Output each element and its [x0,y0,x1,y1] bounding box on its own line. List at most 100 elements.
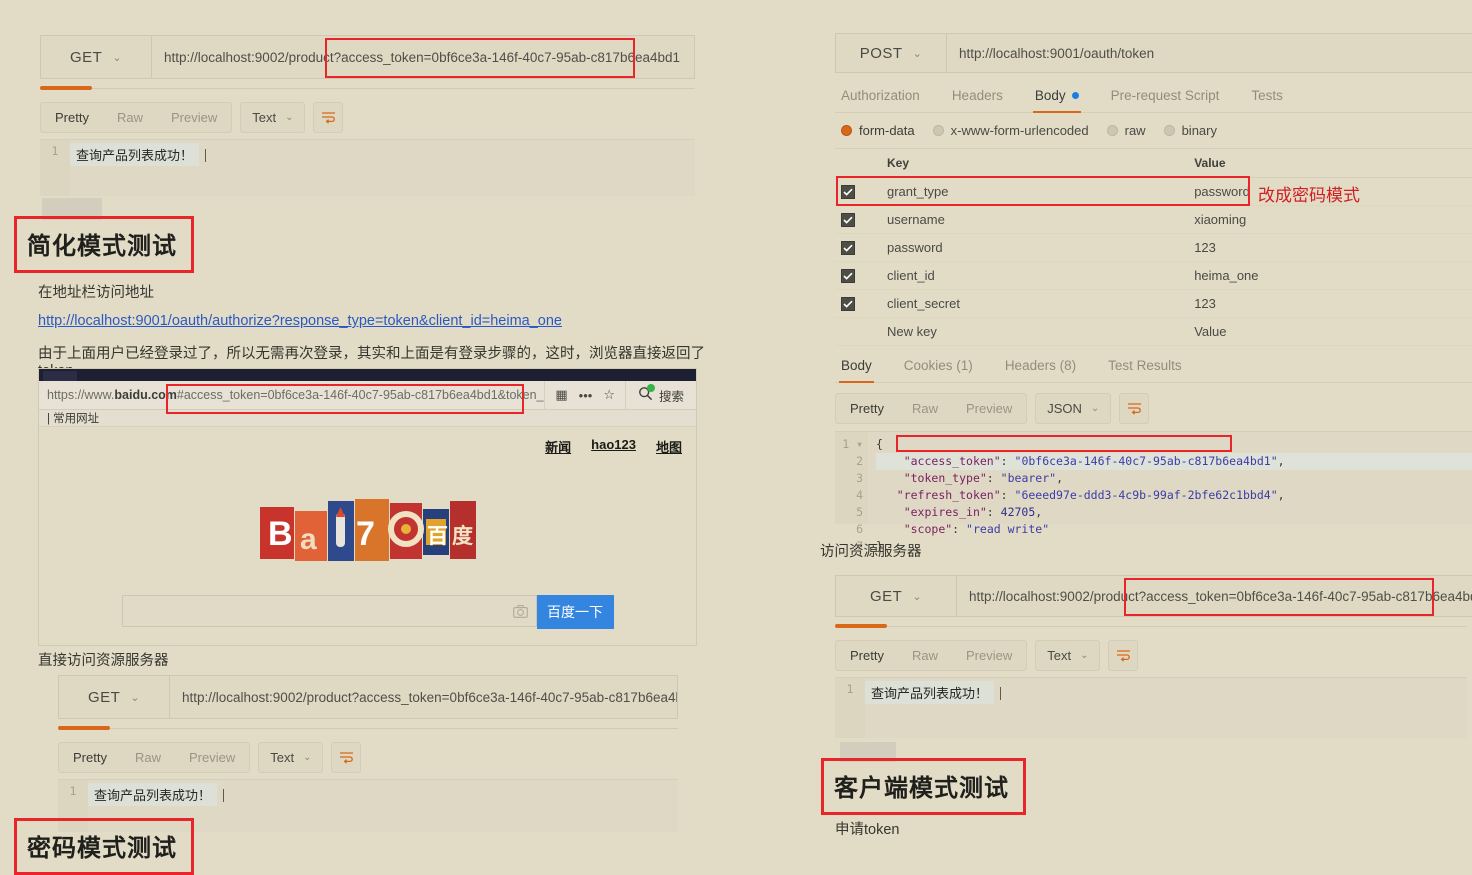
row-checkbox-cell[interactable] [835,205,881,234]
bookmarks-bar[interactable]: | 常用网址 [39,410,696,427]
tab-pretty[interactable]: Pretty [41,103,103,132]
response-view-tabs-bottom-left[interactable]: Pretty Raw Preview [58,742,251,773]
tab-preview[interactable]: Preview [175,743,249,772]
row-checkbox-cell[interactable] [835,177,881,206]
tab-response-headers[interactable]: Headers (8) [1003,350,1078,382]
tab-pretty[interactable]: Pretty [836,394,898,423]
svg-text:百: 百 [427,524,448,548]
request-url-input-post[interactable]: http://localhost:9001/oauth/token [947,34,1472,72]
request-bar-post[interactable]: POST ⌄ http://localhost:9001/oauth/token [835,33,1472,73]
baidu-nav-hao123[interactable]: hao123 [591,437,636,456]
new-value-input[interactable]: Value [1188,317,1472,346]
checkbox-checked-icon[interactable] [841,268,855,283]
radio-icon [841,125,852,136]
row-key[interactable]: username [881,205,1189,234]
request-url-input-bottom-left[interactable]: http://localhost:9002/product?access_tok… [170,676,677,718]
word-wrap-button-top[interactable] [313,102,344,133]
table-row[interactable]: username xiaoming [835,205,1472,234]
row-value[interactable]: xiaoming [1188,205,1472,234]
checkbox-checked-icon[interactable] [841,240,855,255]
row-key[interactable]: password [881,233,1189,262]
radio-x-www-form-urlencoded[interactable]: x-www-form-urlencoded [932,123,1089,138]
baidu-nav-news[interactable]: 新闻 [545,437,571,456]
tab-preview[interactable]: Preview [952,394,1026,423]
tab-raw[interactable]: Raw [898,394,952,423]
word-wrap-button-json[interactable] [1119,393,1150,424]
request-url-input-bottom-right[interactable]: http://localhost:9002/product? access_tok… [957,576,1472,616]
http-method-selector-top[interactable]: GET ⌄ [41,36,152,78]
chevron-down-icon: ⌄ [1090,403,1100,414]
row-checkbox-cell[interactable] [835,261,881,290]
request-bar-bottom-left[interactable]: GET ⌄ http://localhost:9002/product?acce… [58,675,678,719]
json-view-tabs[interactable]: Pretty Raw Preview [835,393,1028,424]
tab-preview[interactable]: Preview [157,103,231,132]
radio-raw[interactable]: raw [1106,123,1146,138]
tab-pretty[interactable]: Pretty [59,743,121,772]
response-format-selector-bottom-left[interactable]: Text ⌄ [258,742,324,773]
table-row[interactable]: password 123 [835,233,1472,262]
browser-tab[interactable] [43,371,77,381]
json-format-selector[interactable]: JSON ⌄ [1035,393,1112,424]
response-view-tabs-top[interactable]: Pretty Raw Preview [40,102,233,133]
tab-pre-request-script[interactable]: Pre-request Script [1109,80,1222,112]
row-value[interactable]: 123 [1188,233,1472,262]
tab-preview[interactable]: Preview [952,641,1026,670]
baidu-nav-map[interactable]: 地图 [656,437,682,456]
more-options-icon[interactable]: ••• [579,388,593,403]
tab-response-body[interactable]: Body [839,350,874,383]
baidu-search-input[interactable] [121,595,537,627]
json-content[interactable]: { "access_token": "0bf6ce3a-146f-40c7-95… [868,432,1472,553]
row-value[interactable]: 123 [1188,289,1472,318]
table-row[interactable]: client_secret 123 [835,289,1472,318]
radio-binary[interactable]: binary [1163,123,1217,138]
tab-raw[interactable]: Raw [103,103,157,132]
baidu-search-button[interactable]: 百度一下 [536,595,614,629]
word-wrap-button-bottom-left[interactable] [331,742,362,773]
tab-cookies[interactable]: Cookies (1) [902,350,975,382]
row-checkbox-cell[interactable] [835,233,881,262]
table-row[interactable]: client_id heima_one [835,261,1472,290]
response-view-tabs-bottom-right[interactable]: Pretty Raw Preview [835,640,1028,671]
tab-authorization[interactable]: Authorization [839,80,922,112]
row-value[interactable]: heima_one [1188,261,1472,290]
http-method-selector-bottom-left[interactable]: GET ⌄ [59,676,170,718]
request-bar-bottom-right[interactable]: GET ⌄ http://localhost:9002/product? acce… [835,575,1472,617]
authorize-url-link[interactable]: http://localhost:9001/oauth/authorize?re… [38,313,562,329]
browser-search-widget[interactable]: 搜索 [624,381,696,409]
new-key-input[interactable]: New key [881,317,1189,346]
table-row[interactable]: grant_type password [835,177,1472,206]
tab-test-results[interactable]: Test Results [1106,350,1184,382]
row-key[interactable]: client_id [881,261,1189,290]
response-text-bottom-left: 查询产品列表成功！ [88,783,218,806]
row-key[interactable]: grant_type [881,177,1189,206]
tab-headers[interactable]: Headers [950,80,1005,112]
checkbox-checked-icon[interactable] [841,212,855,227]
json-line-numbers: 1 ▾ 2 3 4 5 6 7 [835,432,868,553]
row-checkbox-cell[interactable] [835,289,881,318]
table-row-new[interactable]: New key Value [835,317,1472,346]
request-url-input-top[interactable]: http://localhost:9002/product? access_tok… [152,36,694,78]
response-format-selector-top[interactable]: Text ⌄ [240,102,306,133]
bookmark-star-icon[interactable]: ☆ [603,387,615,403]
browser-url-input[interactable]: https://www. baidu.com #access_token=0bf6c… [39,388,544,402]
radio-form-data[interactable]: form-data [841,123,915,138]
tab-body[interactable]: Body [1032,80,1081,113]
response-format-selector-bottom-right[interactable]: Text ⌄ [1035,640,1101,671]
request-bar-top[interactable]: GET ⌄ http://localhost:9002/product? acce… [40,35,695,79]
tab-raw[interactable]: Raw [121,743,175,772]
tab-tests[interactable]: Tests [1249,80,1285,112]
search-icon [638,384,655,404]
heading-password-mode: 密码模式测试 [14,818,194,875]
row-key[interactable]: client_secret [881,289,1189,318]
checkbox-checked-icon[interactable] [841,296,855,311]
browser-tab-strip[interactable] [39,369,696,381]
checkbox-checked-icon[interactable] [841,184,855,199]
word-wrap-button-bottom-right[interactable] [1108,640,1139,671]
tab-raw[interactable]: Raw [898,641,952,670]
tab-pretty[interactable]: Pretty [836,641,898,670]
http-method-selector-post[interactable]: POST ⌄ [836,34,947,72]
response-toolbar-top: Pretty Raw Preview Text ⌄ [40,102,695,133]
http-method-selector-bottom-right[interactable]: GET ⌄ [836,576,957,616]
baidu-logo-icon[interactable]: B a 7 百 度 [259,499,476,565]
grid-icon[interactable]: ▦ [555,387,567,403]
